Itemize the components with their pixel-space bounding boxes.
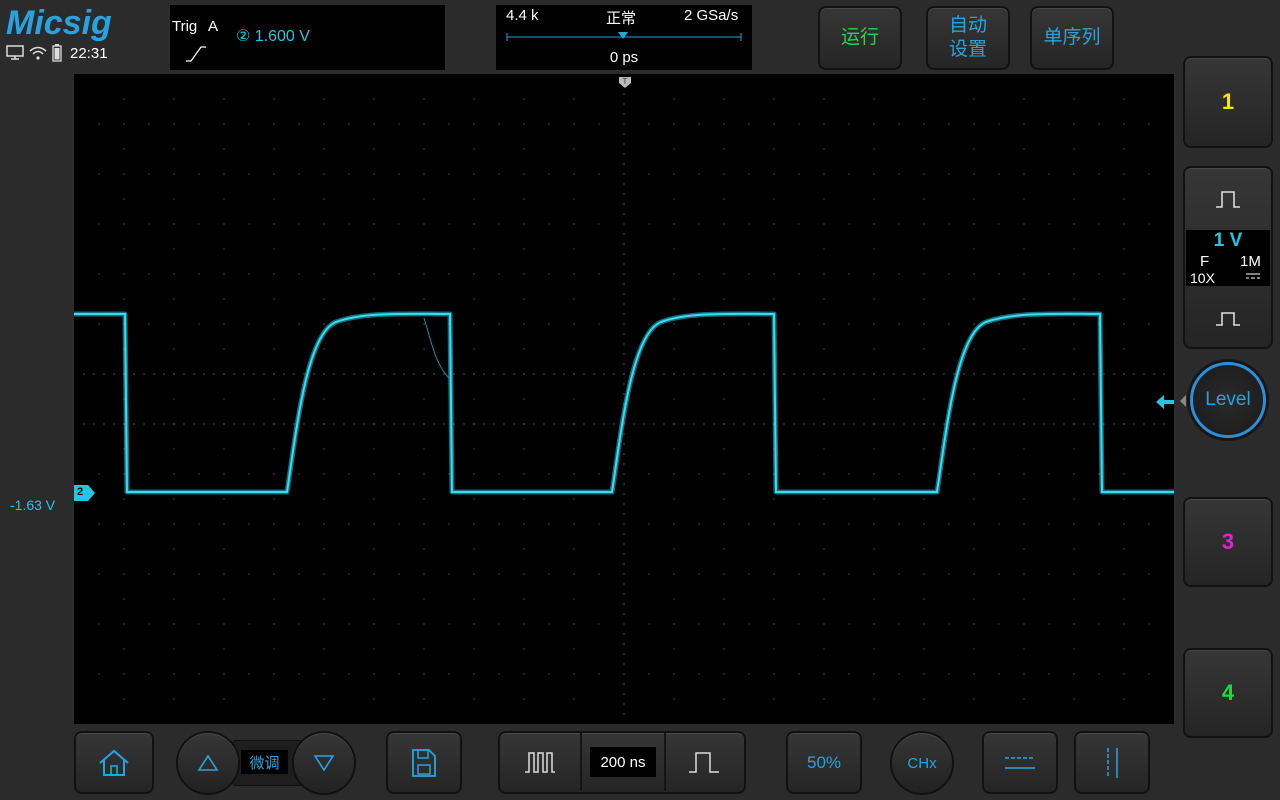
timebase-decrease-button[interactable] bbox=[524, 750, 556, 779]
auto-setup-button[interactable]: 自动 设置 bbox=[926, 6, 1010, 70]
divider bbox=[580, 733, 582, 791]
waveform-screen[interactable]: T bbox=[74, 74, 1174, 724]
vertical-cursor-button[interactable] bbox=[1074, 731, 1150, 794]
level-knob-button[interactable]: Level bbox=[1190, 362, 1266, 438]
compressed-pulse-icon bbox=[525, 752, 555, 773]
memory-position-bar[interactable] bbox=[506, 30, 742, 44]
trigger-source: A bbox=[208, 18, 219, 35]
fifty-percent-button[interactable]: 50% bbox=[786, 731, 862, 794]
channel2-offset-value: -1.63 V bbox=[10, 497, 56, 513]
auto-setup-line1: 自动 bbox=[948, 15, 987, 36]
acquire-mode: 正常 bbox=[606, 10, 637, 27]
triangle-up-icon bbox=[197, 754, 219, 771]
save-button[interactable] bbox=[386, 731, 462, 794]
channel2-probe: 10X bbox=[1190, 270, 1215, 286]
channel1-button[interactable]: 1 bbox=[1183, 56, 1273, 148]
horizontal-cursor-button[interactable] bbox=[982, 731, 1058, 794]
auto-setup-line2: 设置 bbox=[948, 39, 987, 60]
channel2-bandwidth: F bbox=[1200, 253, 1210, 270]
single-sequence-button[interactable]: 单序列 bbox=[1030, 6, 1114, 70]
channel2-impedance: 1M bbox=[1240, 253, 1261, 270]
fine-up-button[interactable] bbox=[176, 731, 240, 795]
fine-adjust-label[interactable]: 微调 bbox=[241, 750, 288, 774]
expanded-pulse-icon bbox=[689, 752, 719, 773]
vertical-cursor-icon bbox=[1107, 747, 1118, 778]
memory-depth: 4.4 k bbox=[506, 7, 539, 24]
timebase-scale: 200 ns bbox=[590, 747, 656, 777]
home-button[interactable] bbox=[74, 731, 154, 794]
trigger-level: ② 1.600 V bbox=[236, 28, 310, 45]
triangle-down-icon bbox=[313, 755, 335, 772]
channel2-marker-label: 2 bbox=[77, 486, 84, 498]
home-icon bbox=[99, 749, 129, 776]
channel4-button[interactable]: 4 bbox=[1183, 648, 1273, 738]
scale-up-icon[interactable] bbox=[1215, 190, 1241, 208]
save-icon bbox=[412, 748, 436, 777]
dc-coupling-icon bbox=[1246, 273, 1260, 279]
brand-logo: Micsig bbox=[6, 4, 112, 42]
run-button[interactable]: 运行 bbox=[818, 6, 902, 70]
channel-select-button[interactable]: CHx bbox=[890, 731, 954, 795]
channel3-button[interactable]: 3 bbox=[1183, 497, 1273, 587]
horizontal-cursor-icon bbox=[1005, 756, 1035, 769]
divider bbox=[664, 733, 666, 791]
svg-text:T: T bbox=[623, 77, 628, 86]
scale-down-icon[interactable] bbox=[1215, 308, 1241, 326]
timebase-increase-button[interactable] bbox=[688, 750, 720, 779]
level-arrow-icon bbox=[1180, 395, 1186, 407]
channel2-waveform: T bbox=[74, 77, 1174, 495]
fine-down-button[interactable] bbox=[292, 731, 356, 795]
trigger-level-marker[interactable] bbox=[1156, 394, 1174, 410]
sample-rate: 2 GSa/s bbox=[684, 7, 739, 24]
channel2-volts-div: 1 V bbox=[1213, 230, 1243, 251]
trigger-label: Trig bbox=[172, 18, 198, 35]
